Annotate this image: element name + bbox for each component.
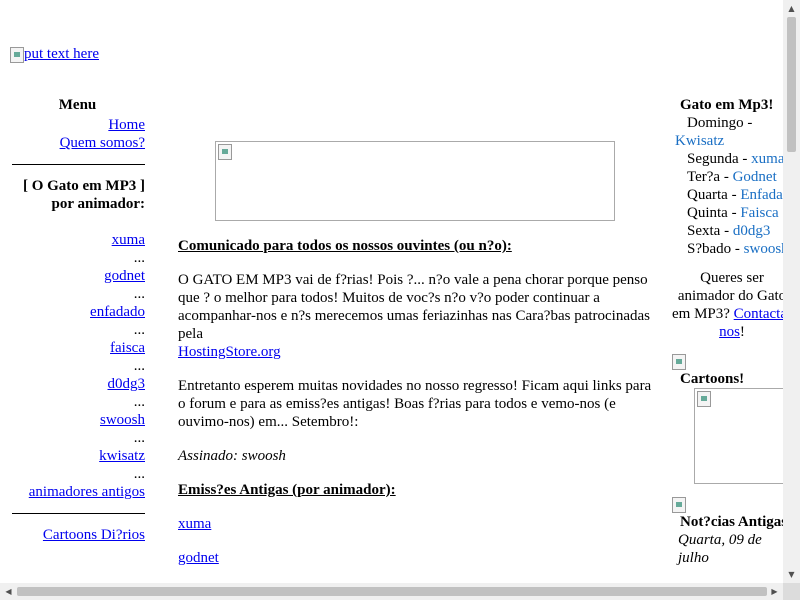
scrollbar-corner [783,583,800,600]
animator-link-d0dg3[interactable]: d0dg3 [108,376,146,392]
animator-link-godnet[interactable]: godnet [104,268,145,284]
schedule-item: Quinta - Faisca [687,205,779,221]
old-animators-link[interactable]: animadores antigos [29,484,145,500]
ellipsis: ... [133,286,145,302]
archive-heading: Emiss?es Antigas (por animador): [178,482,396,498]
archive-link-godnet[interactable]: godnet [178,550,219,566]
scroll-left-icon[interactable]: ◀ [0,583,17,600]
host-link-swoosh[interactable]: swoosh [744,241,783,257]
scroll-right-icon[interactable]: ▶ [766,583,783,600]
announcement-text-2: Entretanto esperem muitas novidades no n… [178,378,652,430]
host-link-godnet[interactable]: Godnet [733,169,777,185]
cartoons-daily-link[interactable]: Cartoons Di?rios [43,527,145,543]
schedule-title: Gato em Mp3! [680,97,774,113]
schedule-item: Domingo - [687,115,753,131]
page-viewport: put text here Menu Home Quem somos? [ O … [0,0,783,583]
schedule-item: S?bado - swoosh [672,240,783,258]
animator-link-xuma[interactable]: xuma [112,232,145,248]
site-logo[interactable]: put text here [10,46,99,63]
animators-section-title: [ O Gato em MP3 ] por animador: [22,178,145,212]
animator-link-swoosh[interactable]: swoosh [100,412,145,428]
host-link-d0dg3[interactable]: d0dg3 [733,223,771,239]
menu-title: Menu [58,97,97,113]
ellipsis: ... [133,358,145,374]
menu-link-about[interactable]: Quem somos? [60,135,145,151]
menu-divider [12,513,145,514]
ellipsis: ... [133,466,145,482]
cartoon-image[interactable] [694,388,783,484]
animator-link-enfadado[interactable]: enfadado [90,304,145,320]
hostingstore-link[interactable]: HostingStore.org [178,344,281,360]
host-link-xuma[interactable]: xuma [751,151,783,167]
broken-image-icon [697,391,711,407]
logo-alt-link[interactable]: put text here [24,46,99,63]
archive-link-xuma[interactable]: xuma [178,516,211,532]
ellipsis: ... [133,430,145,446]
ellipsis: ... [133,394,145,410]
schedule-item: Segunda - xuma [687,151,783,167]
menu-link-home[interactable]: Home [108,117,145,133]
announcement-text: O GATO EM MP3 vai de f?rias! Pois ?... n… [178,272,650,342]
schedule-item: Quarta - Enfadado [672,186,783,204]
cartoons-header [672,352,783,372]
broken-image-icon [672,353,686,370]
right-sidebar: Gato em Mp3! Domingo - Kwisatz Segunda -… [672,96,783,567]
left-menu: Menu Home Quem somos? [ O Gato em MP3 ] … [10,96,145,544]
announcement-heading: Comunicado para todos os nossos ouvintes… [178,238,512,254]
broken-image-icon [218,144,232,160]
schedule-item: Ter?a - Godnet [687,169,777,185]
ellipsis: ... [133,250,145,266]
vertical-scrollbar[interactable]: ▲ ▼ [783,0,800,583]
broken-image-icon [10,46,24,63]
ellipsis: ... [133,322,145,338]
animator-link-faisca[interactable]: faisca [110,340,145,356]
host-link-kwisatz[interactable]: Kwisatz [672,132,783,150]
broken-image-icon [672,496,686,513]
scroll-up-icon[interactable]: ▲ [783,0,800,17]
animator-cta: Queres ser animador do Gato em MP3? Cont… [672,269,783,341]
cartoons-label: Cartoons! [680,371,745,387]
horizontal-scrollbar[interactable]: ◀ ▶ [0,583,783,600]
news-label: Not?cias Antigas [680,514,783,530]
main-content: Comunicado para todos os nossos ouvintes… [178,141,656,567]
host-link-enfadado[interactable]: Enfadado [740,187,783,203]
horizontal-scroll-thumb[interactable] [17,587,767,596]
host-link-faisca[interactable]: Faisca [740,205,778,221]
menu-divider [12,164,145,165]
vertical-scroll-thumb[interactable] [787,17,796,152]
schedule-item: Sexta - d0dg3 [687,223,771,239]
day-label: Domingo [687,115,744,131]
scroll-down-icon[interactable]: ▼ [783,566,800,583]
news-header [672,495,783,513]
signature: Assinado: swoosh [178,448,286,464]
animator-link-kwisatz[interactable]: kwisatz [99,448,145,464]
banner-image [215,141,615,221]
news-date: Quarta, 09 de julho [678,532,762,566]
